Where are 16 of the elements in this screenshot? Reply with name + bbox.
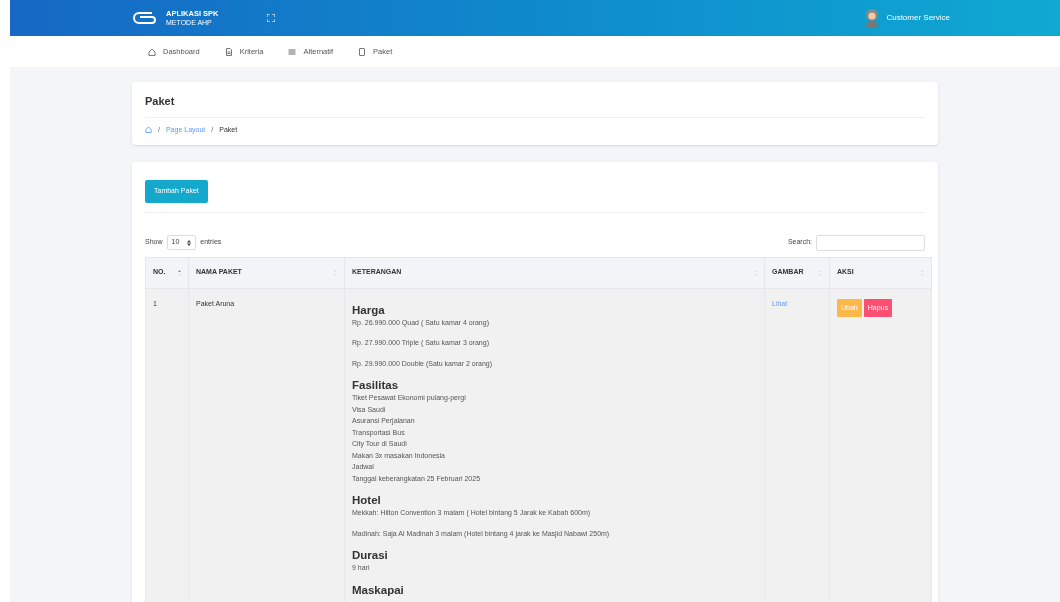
section-heading: Fasilitas — [352, 378, 400, 392]
section-heading: Hotel — [352, 493, 382, 507]
avatar-icon[interactable] — [864, 8, 881, 28]
logo-icon — [132, 11, 158, 25]
home-icon — [148, 47, 156, 56]
document-icon — [224, 47, 233, 56]
home-icon[interactable] — [145, 126, 152, 134]
fullscreen-icon[interactable] — [266, 14, 275, 22]
section-heading: Harga — [352, 302, 386, 317]
search-field[interactable] — [816, 234, 925, 251]
section-heading: Durasi — [352, 548, 389, 562]
updown-icon — [187, 239, 192, 246]
list-icon — [288, 47, 297, 56]
book-icon — [358, 47, 367, 56]
page-title: Paket — [145, 93, 925, 118]
section-heading: Maskapai — [352, 582, 405, 597]
